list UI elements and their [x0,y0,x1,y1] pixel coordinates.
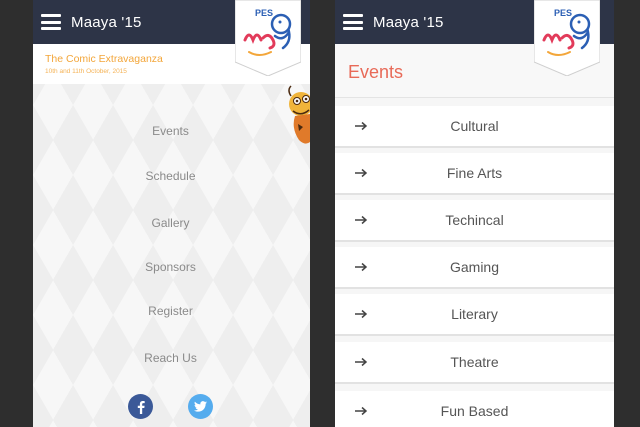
event-label: Gaming [449,259,500,275]
nav-item-sponsors[interactable]: Sponsors [93,254,248,280]
hamburger-menu-icon[interactable] [343,14,363,30]
event-item-theatre[interactable]: Theatre [335,342,614,384]
twitter-button[interactable] [188,394,213,419]
hamburger-menu-icon[interactable] [41,14,61,30]
nav-item-schedule[interactable]: Schedule [93,163,248,189]
right-phone-screen: Maaya '15 PES Events Cultural Fine Arts … [335,0,614,427]
maaya-logo-badge: PES [235,0,301,76]
event-label: Techincal [445,212,504,228]
facebook-icon [137,400,145,414]
event-label: Fun Based [440,403,509,419]
nav-item-reach-us[interactable]: Reach Us [93,345,248,371]
event-item-cultural[interactable]: Cultural [335,106,614,148]
event-item-fun-based[interactable]: Fun Based [335,391,614,427]
nav-item-gallery[interactable]: Gallery [93,210,248,236]
mascot-illustration [288,85,310,144]
event-label: Literary [451,306,498,322]
app-title: Maaya '15 [71,13,142,31]
nav-item-events[interactable]: Events [93,118,248,144]
event-category-list: Cultural Fine Arts Techincal Gaming Lite… [335,98,614,427]
logo-text: PES [255,8,273,18]
event-label: Cultural [450,118,499,134]
left-phone-screen: Maaya '15 PES The Comic Extravaganza 10t… [33,0,310,427]
nav-item-register[interactable]: Register [93,298,248,324]
event-item-gaming[interactable]: Gaming [335,247,614,289]
event-item-fine-arts[interactable]: Fine Arts [335,153,614,195]
logo-text: PES [554,8,572,18]
maaya-logo-badge: PES [534,0,600,76]
facebook-button[interactable] [128,394,153,419]
event-label: Fine Arts [446,165,503,181]
event-item-literary[interactable]: Literary [335,294,614,336]
event-label: Theatre [450,354,499,370]
event-item-techincal[interactable]: Techincal [335,200,614,242]
navigation-menu: Events Schedule Gallery Sponsors Registe… [33,84,310,427]
twitter-icon [194,401,207,412]
app-title: Maaya '15 [373,13,444,31]
